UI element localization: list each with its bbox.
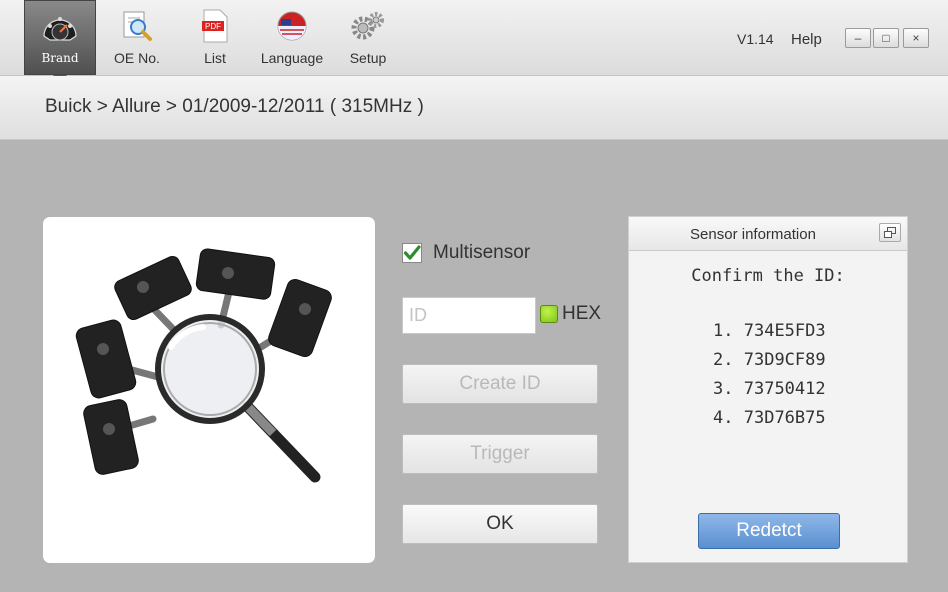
- sensor-id: 73D9CF89: [743, 350, 826, 370]
- tpms-sensors-magnifier-image: [75, 248, 332, 483]
- toolbar-item-label: Setup: [349, 50, 387, 66]
- breadcrumb: Buick > Allure > 01/2009-12/2011 ( 315MH…: [45, 96, 424, 117]
- sensor-info-header: Sensor information: [629, 217, 907, 251]
- toolbar-item-label: Language: [260, 50, 324, 66]
- sensor-info-panel: Sensor information Confirm the ID: 1. 73…: [628, 216, 908, 563]
- toolbar-item-setup[interactable]: Setup: [340, 0, 396, 75]
- sensor-id: 73750412: [743, 379, 826, 399]
- list-item-number: 4.: [713, 408, 734, 428]
- list-item-number: 2.: [713, 350, 734, 370]
- minimize-button[interactable]: –: [845, 28, 871, 48]
- toolbar-item-brand[interactable]: Brand: [24, 0, 96, 82]
- multisensor-label: Multisensor: [433, 242, 531, 263]
- list-item: 4. 73D76B75: [713, 408, 826, 437]
- toolbar-item-language[interactable]: Language: [254, 0, 330, 75]
- pdf-file-icon: PDF: [196, 7, 234, 45]
- create-id-button[interactable]: Create ID: [402, 364, 598, 404]
- toolbar-item-list[interactable]: PDF List: [186, 0, 244, 75]
- ok-button[interactable]: OK: [402, 504, 598, 544]
- toolbar-item-label: Brand: [41, 51, 79, 65]
- list-item: 3. 73750412: [713, 379, 826, 408]
- list-item: 1. 734E5FD3: [713, 321, 826, 350]
- close-button[interactable]: ×: [903, 28, 929, 48]
- maximize-icon: □: [882, 31, 890, 45]
- multisensor-check-box[interactable]: [402, 243, 422, 263]
- restore-window-icon: [884, 227, 896, 238]
- list-item: 2. 73D9CF89: [713, 350, 826, 379]
- confirm-id-text: Confirm the ID:: [691, 266, 845, 286]
- maximize-button[interactable]: □: [873, 28, 899, 48]
- sensor-id: 734E5FD3: [743, 321, 826, 341]
- list-item-number: 1.: [713, 321, 734, 341]
- hex-indicator-icon[interactable]: [540, 305, 558, 323]
- help-link[interactable]: Help: [791, 31, 822, 48]
- minimize-icon: –: [854, 31, 862, 45]
- multisensor-checkbox[interactable]: Multisensor: [402, 242, 530, 264]
- list-item-number: 3.: [713, 379, 734, 399]
- toolbar-item-label: OE No.: [114, 50, 160, 66]
- toolbar: Brand OE No. PDF List Language Setup V1.…: [0, 0, 948, 82]
- checkmark-icon: [403, 245, 421, 260]
- dashboard-gauge-icon: [41, 7, 79, 45]
- sensor-info-title: Sensor information: [690, 226, 816, 243]
- version-label: V1.14: [737, 31, 774, 47]
- toolbar-item-oe-no[interactable]: OE No.: [104, 0, 170, 75]
- sensor-id-list: 1. 734E5FD3 2. 73D9CF89 3. 73750412 4. 7…: [713, 321, 826, 437]
- gears-icon: [349, 7, 387, 45]
- sensor-image-panel: [43, 217, 375, 563]
- hex-label: HEX: [562, 303, 602, 324]
- restore-button[interactable]: [879, 223, 901, 242]
- redetect-button[interactable]: Redetct: [698, 513, 840, 549]
- sensor-id: 73D76B75: [743, 408, 826, 428]
- flag-icon: [273, 7, 311, 45]
- toolbar-item-label: List: [204, 50, 226, 66]
- hex-toggle[interactable]: HEX: [540, 303, 601, 325]
- magnifier-document-icon: [118, 7, 156, 45]
- svg-text:PDF: PDF: [205, 22, 221, 31]
- trigger-button[interactable]: Trigger: [402, 434, 598, 474]
- close-icon: ×: [912, 31, 920, 45]
- id-input[interactable]: [402, 297, 536, 334]
